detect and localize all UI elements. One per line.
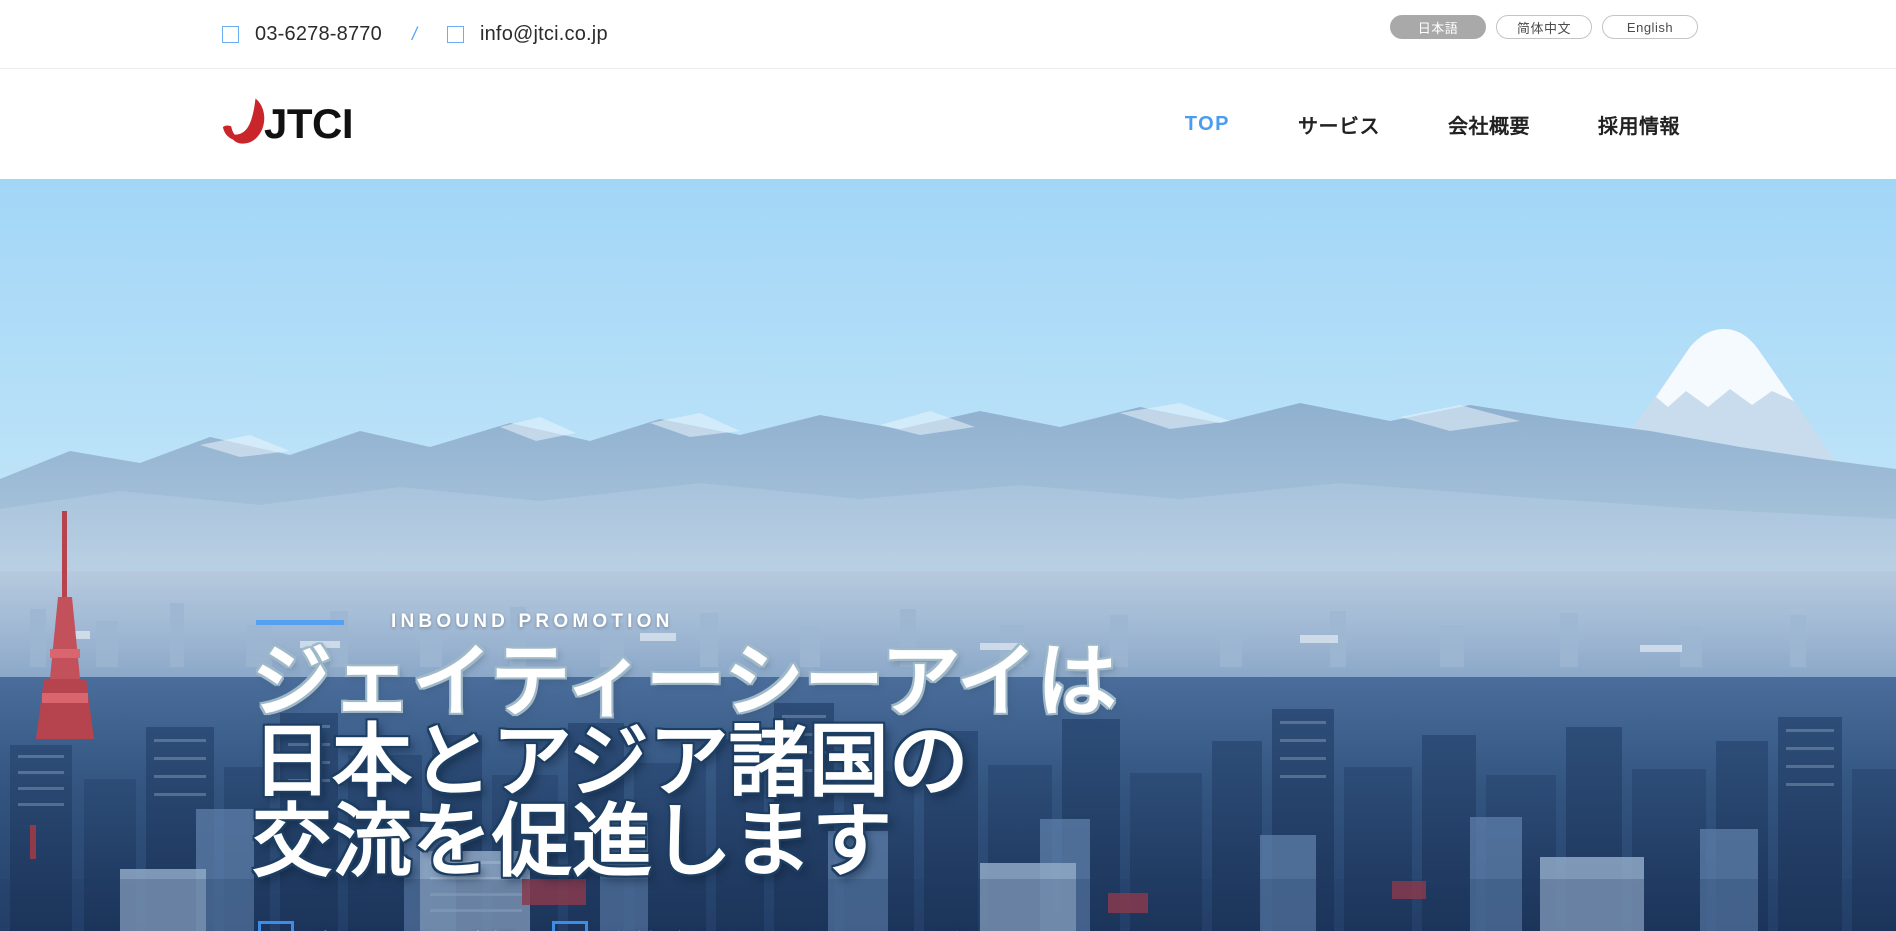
hero-content: INBOUND PROMOTION ジェイティーシーアイは 日本とアジア諸国の … bbox=[0, 179, 1896, 931]
image-placeholder-icon bbox=[258, 921, 294, 931]
nav-item-top[interactable]: TOP bbox=[1151, 113, 1264, 136]
hero-feature-tags: 中国ビジネス支援 海外ダイレクトマーケティング bbox=[258, 921, 961, 931]
hero-tag-label: 中国ビジネス支援 bbox=[313, 924, 516, 931]
main-nav: TOP サービス 会社概要 採用情報 bbox=[1151, 69, 1714, 179]
hero-tag-china-business[interactable]: 中国ビジネス支援 bbox=[258, 921, 516, 931]
hero-title-line-2: 日本とアジア諸国の bbox=[252, 717, 969, 806]
utility-bar: 03-6278-8770 / info@jtci.co.jp 日本語 简体中文 … bbox=[0, 0, 1896, 69]
contact-group: 03-6278-8770 / info@jtci.co.jp bbox=[222, 23, 608, 46]
nav-item-services[interactable]: サービス bbox=[1264, 110, 1414, 139]
lang-button-japanese[interactable]: 日本語 bbox=[1390, 15, 1486, 39]
hero-title-line-1: ジェイティーシーアイは bbox=[252, 637, 1117, 726]
hero-tag-label: 海外ダイレクトマーケティング bbox=[607, 924, 961, 931]
hero-tag-overseas-direct-marketing[interactable]: 海外ダイレクトマーケティング bbox=[552, 921, 961, 931]
hero-title-line-3: 交流を促進します bbox=[252, 797, 892, 886]
lang-button-simplified-chinese[interactable]: 简体中文 bbox=[1496, 15, 1592, 39]
phone-number: 03-6278-8770 bbox=[255, 22, 382, 45]
nav-item-company[interactable]: 会社概要 bbox=[1414, 110, 1564, 139]
email-address: info@jtci.co.jp bbox=[479, 22, 608, 45]
contact-separator: / bbox=[411, 23, 417, 44]
page-root: 03-6278-8770 / info@jtci.co.jp 日本語 简体中文 … bbox=[0, 0, 1896, 931]
nav-item-recruit[interactable]: 採用情報 bbox=[1564, 110, 1714, 139]
eyebrow-rule bbox=[256, 619, 344, 625]
lang-button-english[interactable]: English bbox=[1602, 15, 1698, 39]
hero-title: ジェイティーシーアイは 日本とアジア諸国の 交流を促進します bbox=[252, 642, 1117, 882]
phone-contact[interactable]: 03-6278-8770 bbox=[222, 23, 382, 46]
jtci-leaf-logo-icon bbox=[222, 98, 265, 144]
mail-icon bbox=[446, 25, 464, 43]
image-placeholder-icon bbox=[552, 921, 589, 931]
hero-eyebrow-text: INBOUND PROMOTION bbox=[391, 611, 674, 632]
phone-icon bbox=[222, 25, 239, 43]
site-logo-text: JTCI bbox=[264, 100, 354, 147]
hero-eyebrow: INBOUND PROMOTION bbox=[256, 611, 674, 633]
site-logo[interactable]: JTCI bbox=[222, 95, 354, 153]
email-contact[interactable]: info@jtci.co.jp bbox=[446, 22, 608, 46]
language-switcher: 日本語 简体中文 English bbox=[1390, 15, 1698, 39]
site-header: JTCI TOP サービス 会社概要 採用情報 bbox=[0, 69, 1896, 179]
hero-section: INBOUND PROMOTION ジェイティーシーアイは 日本とアジア諸国の … bbox=[0, 179, 1896, 931]
